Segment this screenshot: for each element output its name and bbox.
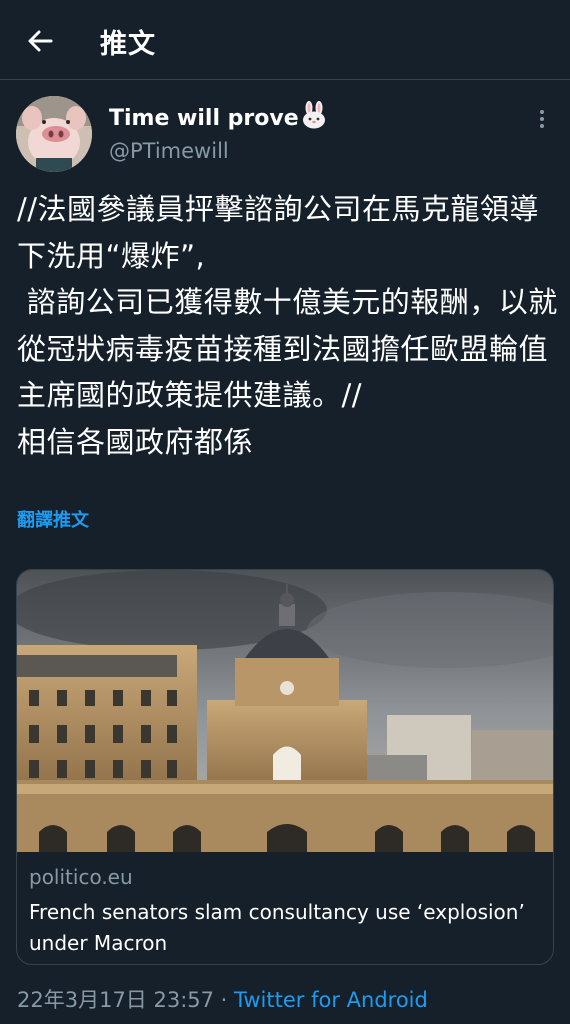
more-vertical-icon bbox=[540, 110, 544, 114]
more-options-button[interactable] bbox=[528, 104, 556, 134]
rabbit-face-emoji-icon bbox=[301, 101, 327, 135]
tweet-text: //法國參議員抨擊諮詢公司在馬克龍領導下洗用“爆炸”, 諮詢公司已獲得數十億美元… bbox=[17, 192, 558, 459]
top-app-bar: 推文 bbox=[0, 0, 570, 80]
separator: · bbox=[214, 988, 235, 1012]
arrow-left-icon bbox=[28, 30, 53, 52]
back-button[interactable] bbox=[20, 22, 60, 60]
link-preview-meta: politico.eu French senators slam consult… bbox=[17, 853, 553, 964]
link-preview-image bbox=[17, 570, 553, 852]
senate-building-image bbox=[17, 570, 553, 852]
timestamp[interactable]: 22年3月17日 23:57 bbox=[17, 988, 214, 1012]
link-preview-card[interactable]: politico.eu French senators slam consult… bbox=[16, 569, 554, 965]
link-domain: politico.eu bbox=[29, 865, 133, 889]
link-title: French senators slam consultancy use ‘ex… bbox=[29, 900, 525, 955]
tweet-metadata: 22年3月17日 23:57 · Twitter for Android bbox=[17, 984, 428, 1014]
avatar[interactable] bbox=[16, 96, 92, 172]
display-name-text: Time will prove bbox=[109, 105, 299, 131]
pig-avatar-image bbox=[16, 96, 92, 172]
user-handle[interactable]: @PTimewill bbox=[109, 139, 229, 163]
source-label[interactable]: Twitter for Android bbox=[234, 988, 428, 1012]
tweet-detail-screen: 推文 Time will prove @PTimewill //法國參議員抨擊諮… bbox=[0, 0, 570, 1024]
display-name[interactable]: Time will prove bbox=[109, 101, 327, 135]
translate-tweet-link[interactable]: 翻譯推文 bbox=[17, 506, 89, 532]
page-title: 推文 bbox=[100, 29, 156, 60]
